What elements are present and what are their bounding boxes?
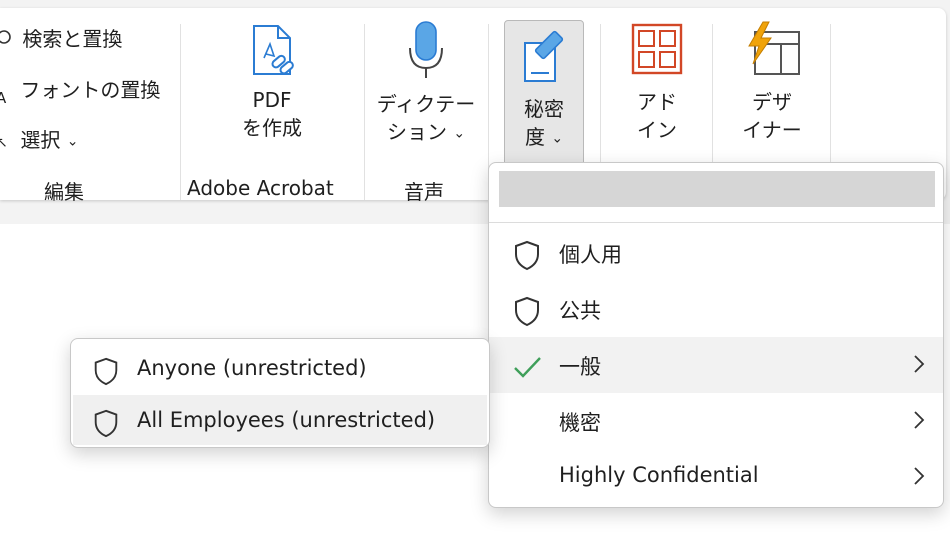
group-separator — [364, 24, 365, 200]
menu-item-personal[interactable]: 個人用 — [489, 225, 943, 281]
menu-item-highly-confidential[interactable]: Highly Confidential — [489, 449, 943, 505]
menu-header-redacted — [499, 171, 935, 207]
pdf-link-icon — [253, 25, 294, 75]
dictation-button[interactable]: ディクテー ション ⌄ — [376, 18, 476, 148]
create-pdf-button[interactable]: PDF を作成 — [222, 22, 322, 142]
find-replace-button[interactable]: 検索と置換 — [0, 23, 122, 52]
shield-icon — [94, 357, 118, 386]
dictation-label-2-text: ション — [386, 120, 447, 144]
group-separator — [180, 24, 181, 200]
checkmark-icon — [514, 357, 541, 378]
sensitivity-button[interactable]: 秘密 度 ⌄ — [504, 20, 584, 168]
chevron-down-icon: ⌄ — [66, 133, 79, 150]
group-label-voice: 音声 — [404, 180, 444, 204]
menu-item-label: 個人用 — [559, 243, 622, 267]
menu-divider — [489, 222, 943, 223]
font-replace-label: フォントの置換 — [20, 78, 161, 102]
addins-label-2: イン — [637, 118, 677, 142]
designer-label-2: イナー — [742, 118, 802, 142]
group-label-acrobat: Adobe Acrobat — [187, 176, 334, 200]
addins-label-1: アド — [637, 90, 677, 114]
create-pdf-label-1: PDF — [252, 88, 292, 112]
submenu-item-label: Anyone (unrestricted) — [137, 356, 367, 380]
addins-grid-icon — [631, 23, 683, 75]
menu-item-label: 一般 — [559, 355, 601, 379]
chevron-right-icon — [914, 467, 925, 485]
designer-icon — [748, 21, 800, 75]
submenu-item-label: All Employees (unrestricted) — [137, 408, 436, 432]
designer-label-1: デザ — [752, 90, 792, 114]
sensitivity-menu: 個人用 公共 一般 機密 Highly Confidential — [488, 162, 944, 508]
find-replace-label: 検索と置換 — [22, 27, 123, 51]
font-replace-button[interactable]: A フォントの置換 — [0, 74, 160, 107]
shield-icon — [515, 240, 539, 271]
submenu-item-all-employees[interactable]: All Employees (unrestricted) — [73, 395, 487, 445]
select-icon: ↖ — [0, 135, 8, 151]
select-label: 選択 — [20, 128, 61, 152]
shield-icon — [94, 409, 118, 438]
chevron-right-icon — [914, 411, 925, 429]
chevron-right-icon — [914, 355, 925, 373]
microphone-icon — [409, 21, 443, 78]
general-submenu: Anyone (unrestricted) All Employees (unr… — [70, 338, 490, 448]
font-icon: A — [0, 89, 7, 107]
menu-item-label: 機密 — [559, 411, 601, 435]
menu-item-label: Highly Confidential — [559, 463, 759, 487]
menu-item-confidential[interactable]: 機密 — [489, 393, 943, 449]
addins-button[interactable]: アド イン — [612, 22, 702, 144]
dictation-label-2: ション ⌄ — [376, 118, 476, 148]
select-button[interactable]: ↖ 選択 ⌄ — [0, 124, 78, 153]
dictation-label-1: ディクテー — [376, 92, 476, 116]
menu-item-general[interactable]: 一般 — [489, 337, 943, 393]
sensitivity-label-2: 度 ⌄ — [505, 123, 583, 153]
chevron-down-icon: ⌄ — [453, 125, 466, 142]
menu-item-public[interactable]: 公共 — [489, 281, 943, 337]
sensitivity-label-2-text: 度 — [524, 125, 545, 149]
create-pdf-label-2: を作成 — [242, 116, 302, 140]
group-label-edit: 編集 — [44, 180, 84, 204]
sensitivity-label-icon — [524, 30, 564, 82]
sensitivity-label-1: 秘密 — [524, 97, 564, 121]
search-icon — [0, 30, 11, 44]
chevron-down-icon: ⌄ — [551, 130, 564, 147]
menu-item-label: 公共 — [559, 299, 601, 323]
shield-icon — [515, 296, 539, 327]
designer-button[interactable]: デザ イナー — [724, 20, 820, 144]
submenu-item-anyone[interactable]: Anyone (unrestricted) — [73, 343, 487, 393]
